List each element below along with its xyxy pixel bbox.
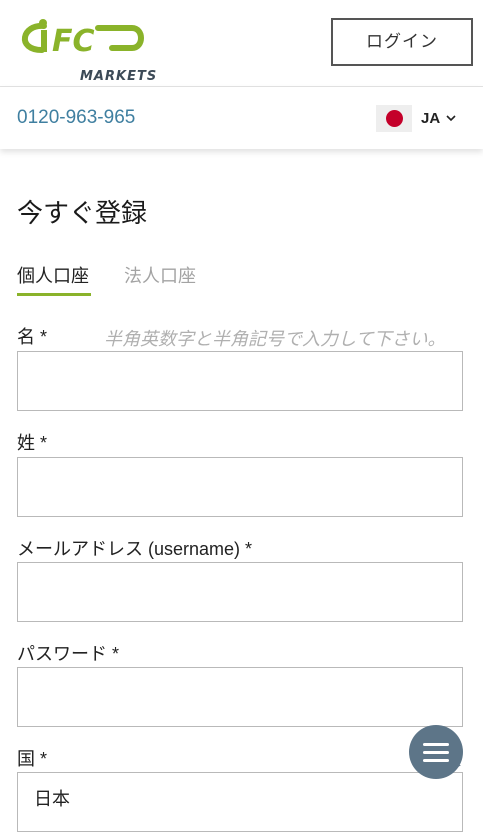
country-select[interactable]: 日本 <box>17 772 463 832</box>
ifc-markets-logo[interactable]: FC MARKETS <box>14 14 156 84</box>
password-input[interactable] <box>17 667 463 727</box>
chat-menu-icon <box>423 742 449 746</box>
japan-flag-icon <box>376 104 412 132</box>
svg-text:FC: FC <box>52 24 95 59</box>
country-label: 国 * <box>17 749 48 769</box>
chat-bubble-tail <box>447 765 461 775</box>
password-label: パスワード * <box>17 644 120 664</box>
tab-corporate-account[interactable]: 法人口座 <box>124 262 196 296</box>
account-type-tabs: 個人口座 法人口座 <box>17 262 477 296</box>
last-name-label: 姓 * <box>17 433 48 453</box>
country-select-value: 日本 <box>34 789 70 810</box>
tab-individual-account[interactable]: 個人口座 <box>17 262 91 296</box>
header: FC MARKETS ログイン <box>0 0 483 87</box>
email-label: メールアドレス (username) * <box>17 539 253 559</box>
language-code: JA <box>421 109 441 127</box>
chat-menu-icon-bar <box>423 750 449 754</box>
last-name-input[interactable] <box>17 457 463 517</box>
ifc-logo-icon: FC <box>21 19 144 59</box>
chevron-down-icon <box>446 115 456 122</box>
phone-link[interactable]: 0120-963-965 <box>17 107 135 129</box>
logo-text: MARKETS <box>80 69 158 84</box>
language-selector[interactable]: JA <box>376 103 457 133</box>
email-input[interactable] <box>17 562 463 622</box>
page-title: 今すぐ登録 <box>17 199 148 229</box>
chat-menu-icon-bar <box>423 758 449 762</box>
first-name-input[interactable] <box>17 351 463 411</box>
login-button[interactable]: ログイン <box>331 18 473 66</box>
sub-header: 0120-963-965 JA <box>0 87 483 149</box>
input-hint: 半角英数字と半角記号で入力して下さい。 <box>104 329 446 350</box>
first-name-label: 名 * <box>17 327 48 347</box>
